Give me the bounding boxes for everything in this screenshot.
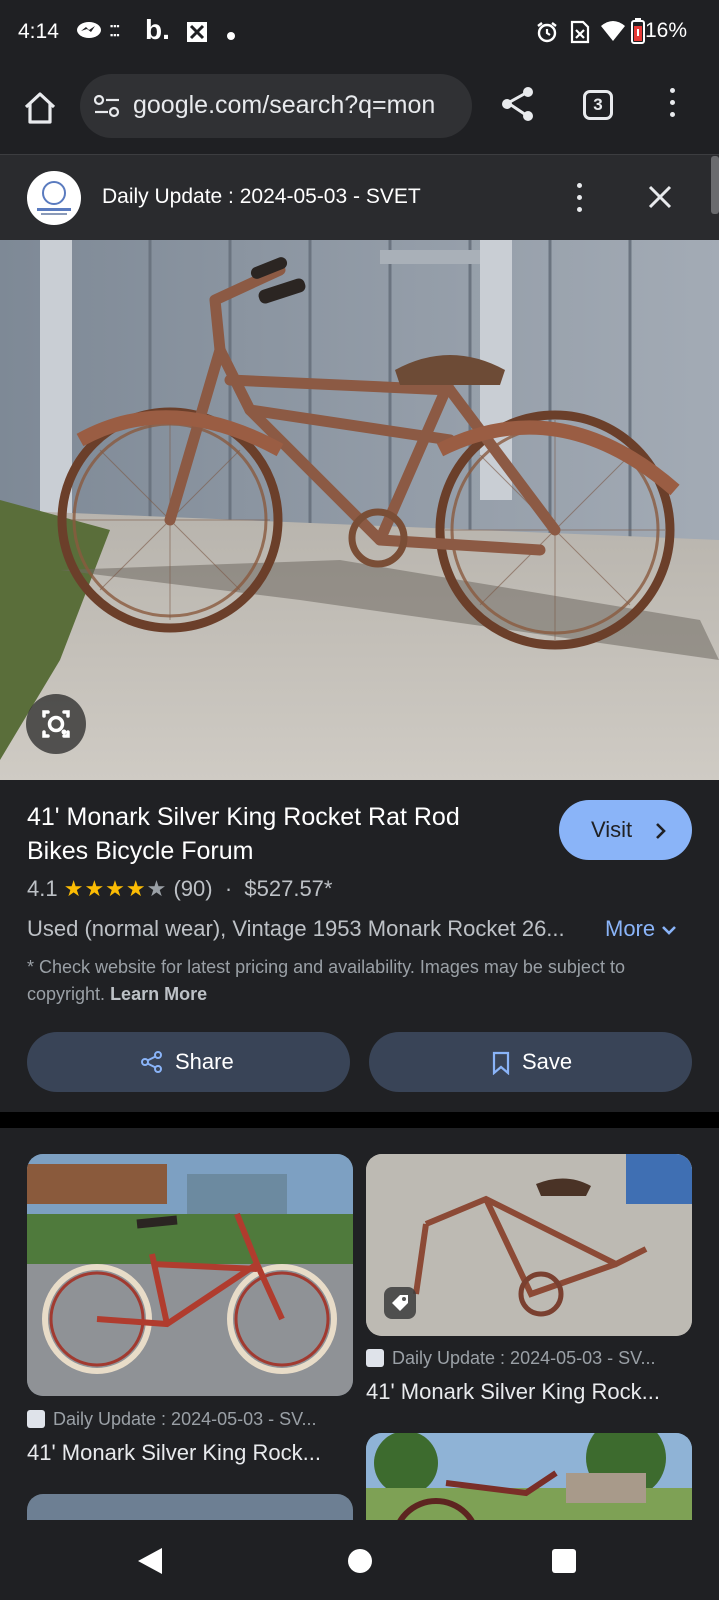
share-button[interactable]: Share	[27, 1032, 350, 1092]
more-label: More	[605, 916, 656, 941]
related-title-1[interactable]: 41' Monark Silver King Rock...	[27, 1440, 321, 1466]
scrollbar[interactable]	[711, 156, 719, 214]
separator-dot: ·	[224, 876, 233, 901]
more-button[interactable]: More	[605, 916, 677, 942]
review-count: (90)	[173, 876, 213, 901]
page-title[interactable]: Daily Update : 2024-05-03 - SVET	[102, 185, 421, 209]
booking-icon: b.	[145, 14, 170, 45]
home-icon[interactable]	[20, 88, 60, 128]
main-product-image[interactable]	[0, 240, 719, 780]
product-description: Used (normal wear), Vintage 1953 Monark …	[27, 916, 565, 941]
visit-button[interactable]: Visit	[559, 800, 692, 860]
google-lens-icon[interactable]	[26, 694, 86, 754]
chevron-right-icon	[656, 823, 666, 839]
status-bar: 4:14 ▪▪▪ ▪▪▪ b. 16%	[0, 0, 719, 66]
star-rating-icon: ★★★★★	[63, 876, 168, 901]
related-title-2[interactable]: 41' Monark Silver King Rock...	[366, 1379, 660, 1405]
share-label: Share	[175, 1049, 234, 1074]
related-source-text: Daily Update : 2024-05-03 - SV...	[53, 1409, 317, 1429]
messenger-icon	[76, 20, 102, 45]
product-title[interactable]: 41' Monark Silver King Rocket Rat Rod Bi…	[27, 800, 527, 868]
learn-more-link[interactable]: Learn More	[110, 984, 207, 1004]
related-image-2[interactable]	[366, 1154, 692, 1336]
related-source-1[interactable]: Daily Update : 2024-05-03 - SV...	[27, 1409, 317, 1430]
close-icon[interactable]	[646, 183, 674, 211]
more-options-icon[interactable]	[571, 183, 587, 219]
related-image-1[interactable]	[27, 1154, 353, 1396]
address-bar[interactable]: google.com/search?q=mon	[80, 74, 472, 138]
browser-menu-icon[interactable]	[664, 88, 680, 128]
no-sim-icon	[570, 20, 590, 49]
save-button[interactable]: Save	[369, 1032, 692, 1092]
home-nav-icon[interactable]	[347, 1548, 373, 1579]
recents-icon[interactable]	[551, 1548, 577, 1579]
site-settings-icon[interactable]	[93, 94, 120, 118]
battery-percent: 16%	[644, 19, 687, 42]
related-source-2[interactable]: Daily Update : 2024-05-03 - SV...	[366, 1348, 656, 1369]
save-label: Save	[522, 1049, 573, 1074]
pricing-disclaimer: * Check website for latest pricing and a…	[27, 954, 687, 1008]
site-favicon-icon	[27, 1410, 45, 1428]
battery-low-icon	[631, 18, 645, 49]
price: $527.57*	[244, 876, 333, 901]
share-icon[interactable]	[498, 84, 538, 124]
price-tag-icon	[384, 1287, 416, 1319]
status-time: 4:14	[18, 20, 59, 43]
alarm-icon	[535, 20, 559, 49]
system-nav-bar	[0, 1520, 719, 1600]
site-favicon-icon	[366, 1349, 384, 1367]
wifi-icon	[600, 20, 626, 47]
url-text[interactable]: google.com/search?q=mon	[133, 91, 468, 120]
temu-icon: ▪▪▪ ▪▪▪	[110, 21, 120, 40]
chevron-down-icon	[662, 926, 677, 935]
rating-row: 4.1 ★★★★★ (90) · $527.57*	[27, 876, 332, 902]
rating-value: 4.1	[27, 876, 58, 901]
visit-label: Visit	[591, 817, 633, 842]
share-icon	[141, 1051, 162, 1073]
image-viewer-header: Daily Update : 2024-05-03 - SVET	[0, 154, 719, 241]
section-divider	[0, 1112, 719, 1128]
site-logo	[27, 171, 81, 225]
browser-toolbar: google.com/search?q=mon 3	[0, 66, 719, 154]
app-icon	[185, 20, 209, 49]
related-source-text: Daily Update : 2024-05-03 - SV...	[392, 1348, 656, 1368]
dot-icon	[227, 24, 235, 45]
back-icon[interactable]	[136, 1546, 164, 1581]
bookmark-icon	[492, 1051, 510, 1075]
tab-switcher-button[interactable]: 3	[583, 90, 613, 120]
